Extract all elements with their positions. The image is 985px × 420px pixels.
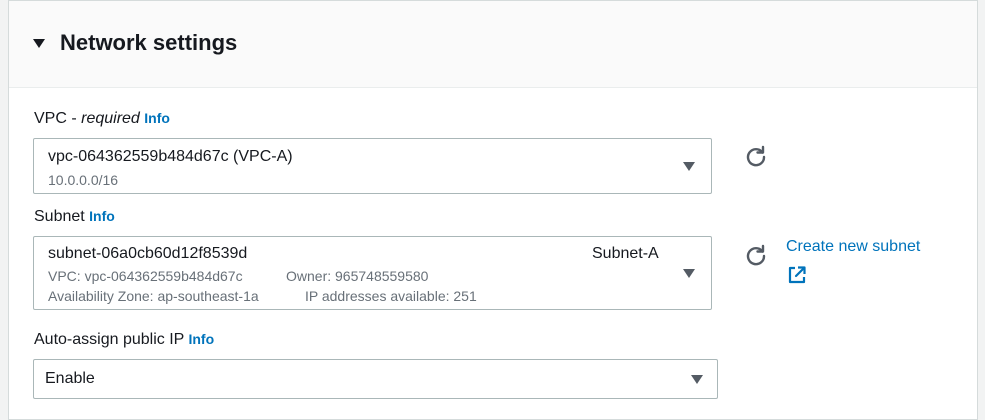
subnet-name: Subnet-A xyxy=(592,245,659,262)
chevron-down-icon xyxy=(683,269,695,278)
subnet-label-text: Subnet xyxy=(34,208,85,225)
public-ip-label: Auto-assign public IP Info xyxy=(34,331,214,349)
create-new-subnet-link[interactable]: Create new subnet xyxy=(786,238,920,256)
subnet-selected-value: subnet-06a0cb60d12f8539d xyxy=(48,245,248,262)
vpc-label-text: VPC - xyxy=(34,110,82,127)
subnet-az-line: Availability Zone: ap-southeast-1a xyxy=(48,288,259,304)
subnet-label: Subnet Info xyxy=(34,208,115,226)
vpc-label: VPC - required Info xyxy=(34,110,170,128)
vpc-refresh-button[interactable] xyxy=(743,144,769,170)
network-settings-panel: Network settings VPC - required Info vpc… xyxy=(8,0,978,420)
panel-header[interactable]: Network settings xyxy=(9,1,977,88)
vpc-cidr: 10.0.0.0/16 xyxy=(48,172,119,188)
subnet-owner-line: Owner: 965748559580 xyxy=(286,268,429,284)
public-ip-selected-value: Enable xyxy=(45,370,95,387)
refresh-icon xyxy=(746,244,766,266)
subnet-ip-line: IP addresses available: 251 xyxy=(305,288,477,304)
subnet-info-link[interactable]: Info xyxy=(89,208,115,224)
public-ip-info-link[interactable]: Info xyxy=(188,331,214,347)
vpc-selected-value: vpc-064362559b484d67c (VPC-A) xyxy=(48,148,293,165)
vpc-select[interactable]: vpc-064362559b484d67c (VPC-A) 10.0.0.0/1… xyxy=(33,138,712,194)
panel-title: Network settings xyxy=(60,30,238,55)
subnet-vpc-line: VPC: vpc-064362559b484d67c xyxy=(48,268,243,284)
caret-down-icon[interactable] xyxy=(33,39,45,48)
chevron-down-icon xyxy=(691,375,703,384)
vpc-required-text: required xyxy=(81,110,140,127)
public-ip-label-text: Auto-assign public IP xyxy=(34,331,185,348)
subnet-refresh-button[interactable] xyxy=(743,243,769,269)
subnet-select[interactable]: subnet-06a0cb60d12f8539d Subnet-A VPC: v… xyxy=(33,236,712,310)
vpc-info-link[interactable]: Info xyxy=(144,110,170,126)
chevron-down-icon xyxy=(683,162,695,171)
refresh-icon xyxy=(746,145,766,167)
public-ip-select[interactable]: Enable xyxy=(33,359,718,399)
external-link-icon[interactable] xyxy=(787,265,807,285)
